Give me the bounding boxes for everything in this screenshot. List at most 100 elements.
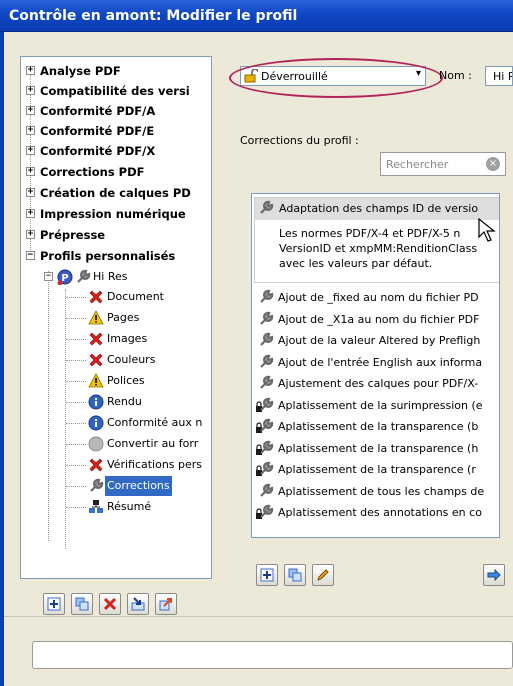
edit-correction-button[interactable] <box>312 564 334 586</box>
red-x-icon <box>89 458 103 472</box>
info-icon <box>88 415 104 431</box>
description-line: Les normes PDF/X-4 et PDF/X-5 n <box>279 227 461 240</box>
tree-item-label: Prépresse <box>40 228 106 242</box>
tree-item-label: Impression numérique <box>40 207 186 221</box>
list-item[interactable]: Ajout de _X1a au nom du fichier PDF <box>254 309 499 330</box>
list-item-label: Ajout de la valeur Altered by Prefligh <box>278 334 481 347</box>
preflight-profile-icon: P <box>57 269 73 285</box>
window-title: Contrôle en amont: Modifier le profil <box>0 0 513 32</box>
list-item[interactable]: Ajout de la valeur Altered by Prefligh <box>254 330 499 351</box>
wrench-icon <box>260 311 274 325</box>
red-x-icon <box>89 290 103 304</box>
tree-item-label: Images <box>107 332 148 345</box>
expand-icon[interactable]: + <box>26 209 35 218</box>
red-x-icon <box>89 353 103 367</box>
list-item[interactable]: Aplatissement de la surimpression (e <box>254 395 499 416</box>
pencil-icon <box>317 569 329 581</box>
tree-item-label: Analyse PDF <box>40 64 121 78</box>
expand-icon[interactable]: + <box>26 146 35 155</box>
list-item[interactable]: Aplatissement des annotations en co <box>254 502 499 523</box>
bottom-text-field[interactable] <box>32 641 513 669</box>
tree-item-label: Conformité PDF/E <box>40 124 155 138</box>
profile-name-field[interactable]: Hi Res <box>485 66 513 86</box>
expand-icon[interactable]: + <box>26 66 35 75</box>
list-item[interactable]: Ajout de l'entrée English aux informa <box>254 352 499 373</box>
import-profile-button[interactable] <box>127 593 149 615</box>
wrench-icon <box>260 332 274 346</box>
locked-wrench-icon <box>256 504 274 519</box>
list-item[interactable]: Aplatissement de la transparence (b <box>254 416 499 437</box>
list-item-label: Aplatissement de la transparence (b <box>278 420 479 433</box>
list-item-header[interactable]: Adaptation des champs ID de versio <box>255 198 499 220</box>
tree-guide <box>65 289 66 549</box>
list-item-label: Ajout de _fixed au nom du fichier PD <box>278 291 479 304</box>
tree-item-label: Conformité PDF/X <box>40 144 156 158</box>
tree-guide <box>66 339 86 340</box>
tree-guide <box>66 423 86 424</box>
correction-description: Les normes PDF/X-4 et PDF/X-5 n VersionI… <box>279 226 477 271</box>
list-item[interactable]: Ajustement des calques pour PDF/X- <box>254 373 499 394</box>
new-profile-button[interactable] <box>43 593 65 615</box>
window-frame <box>0 32 4 686</box>
description-line: avec les valeurs par défaut. <box>279 257 433 270</box>
mouse-cursor-icon <box>478 218 496 242</box>
tree-guide <box>66 507 86 508</box>
expand-icon[interactable]: + <box>26 126 35 135</box>
expand-icon[interactable]: + <box>26 167 35 176</box>
svg-text:P: P <box>61 273 68 284</box>
wrench-icon <box>77 269 91 283</box>
tree-item-label: Profils personnalisés <box>40 249 176 263</box>
duplicate-profile-button[interactable] <box>71 593 93 615</box>
expand-icon[interactable]: + <box>26 188 35 197</box>
collapse-icon[interactable]: − <box>44 272 53 281</box>
export-profile-button[interactable] <box>155 593 177 615</box>
divider <box>4 616 513 617</box>
tree-item-label: Document <box>107 290 164 303</box>
list-item-label: Aplatissement de la transparence (h <box>278 441 479 455</box>
add-icon <box>47 597 61 611</box>
tree-guide <box>66 297 86 298</box>
wrench-icon <box>260 200 274 214</box>
add-icon <box>260 568 274 582</box>
list-item[interactable]: Ajout de _fixed au nom du fichier PD <box>254 287 499 308</box>
duplicate-correction-button[interactable] <box>284 564 306 586</box>
profile-tree[interactable]: + Analyse PDF + Compatibilité des versi … <box>20 56 212 579</box>
list-item-label: Aplatissement de la transparence (r <box>278 463 476 476</box>
tree-guide <box>66 465 86 466</box>
tree-guide <box>66 318 86 319</box>
tree-item-label: Conformité aux n <box>107 416 203 429</box>
locked-wrench-icon <box>256 440 274 455</box>
gray-circle-icon <box>88 436 104 452</box>
expand-icon[interactable]: + <box>26 230 35 239</box>
tree-item-label: Résumé <box>107 500 152 513</box>
list-item[interactable]: Aplatissement de la transparence (r <box>254 459 499 480</box>
tree-guide <box>66 381 86 382</box>
wrench-icon <box>260 289 274 303</box>
add-to-profile-button[interactable] <box>483 564 505 586</box>
list-item[interactable]: Aplatissement de la transparence (h <box>254 438 499 459</box>
name-label: Nom : <box>439 69 472 82</box>
delete-profile-button[interactable] <box>99 593 121 615</box>
expand-icon[interactable]: + <box>26 106 35 115</box>
search-placeholder: Rechercher <box>386 158 449 171</box>
list-item-label: Ajustement des calques pour PDF/X- <box>278 377 479 390</box>
list-item-expanded[interactable]: Adaptation des champs ID de versio Les n… <box>254 197 499 283</box>
list-item[interactable]: Aplatissement de tous les champs de <box>254 481 499 502</box>
clear-search-icon[interactable]: × <box>486 157 500 171</box>
search-input[interactable]: Rechercher × <box>380 152 506 176</box>
tree-guide <box>66 486 86 487</box>
tree-item-label: Polices <box>107 374 145 387</box>
profile-name-value: Hi Res <box>493 70 512 83</box>
corrections-list[interactable]: Adaptation des champs ID de versio Les n… <box>251 193 500 538</box>
arrow-right-icon <box>487 568 501 582</box>
locked-wrench-icon <box>256 397 274 412</box>
tree-item-label: Convertir au forr <box>107 437 199 450</box>
collapse-icon[interactable]: − <box>26 251 35 260</box>
locked-wrench-icon <box>256 461 274 476</box>
wrench-icon <box>260 483 274 497</box>
new-correction-button[interactable] <box>256 564 278 586</box>
import-icon <box>131 597 145 611</box>
expand-icon[interactable]: + <box>26 86 35 95</box>
summary-icon <box>89 500 103 513</box>
export-icon <box>159 598 172 611</box>
